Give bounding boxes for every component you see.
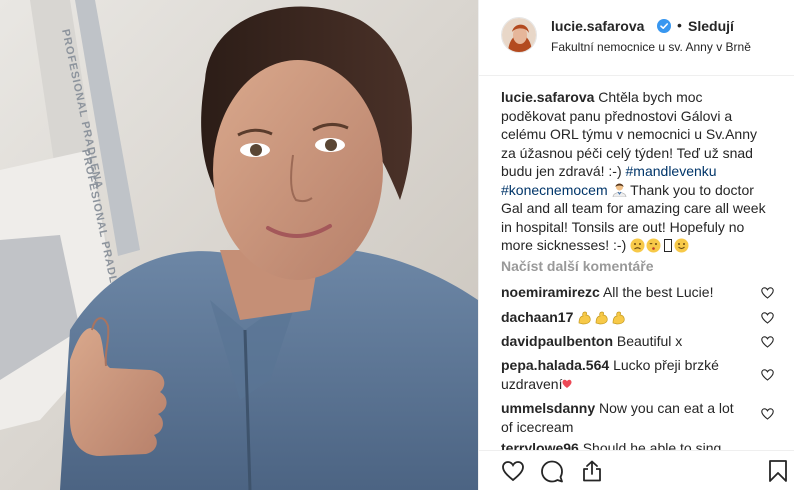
flexed-biceps-icon [578, 311, 591, 325]
comment-text: All the best Lucie! [602, 284, 714, 300]
post-location[interactable]: Fakultní nemocnice u sv. Anny v Brně [551, 40, 751, 54]
comment-emoji-flex [577, 309, 628, 325]
verified-badge-icon [657, 19, 671, 33]
comments-scroll-area[interactable]: lucie.safarova Chtěla bych moc poděkovat… [479, 77, 794, 450]
heart-icon[interactable] [761, 369, 774, 381]
post-header: lucie.safarova • Sledují Fakultní nemocn… [479, 0, 794, 76]
avatar[interactable] [501, 17, 537, 53]
flexed-biceps-icon [612, 311, 625, 325]
hashtag-link[interactable]: #mandlevenku [626, 163, 717, 179]
selfie-illustration: PROFESIONAL PRADLENA PROFESIONAL PRADLEN… [0, 0, 478, 490]
red-heart-icon [562, 379, 572, 388]
comment-username[interactable]: davidpaulbenton [501, 333, 613, 349]
woman-health-worker-icon [612, 183, 626, 197]
comment-username[interactable]: pepa.halada.564 [501, 357, 609, 373]
comment-item: terrylowe96 Should he able to sing [501, 439, 741, 450]
heart-icon[interactable] [761, 312, 774, 324]
comment-username[interactable]: terrylowe96 [501, 440, 579, 450]
heart-icon[interactable] [761, 336, 774, 348]
hashtag-link[interactable]: #konecnemocem [501, 182, 608, 198]
post-sidebar: lucie.safarova • Sledují Fakultní nemocn… [478, 0, 794, 490]
flexed-biceps-icon [595, 311, 608, 325]
post-action-bar [479, 450, 794, 490]
comment-username[interactable]: dachaan17 [501, 309, 573, 325]
heart-icon[interactable] [761, 287, 774, 299]
load-more-comments-button[interactable]: Načíst další komentáře [501, 258, 654, 274]
separator-dot: • [677, 17, 682, 33]
comment-username[interactable]: noemiramirezc [501, 284, 600, 300]
caption-username[interactable]: lucie.safarova [501, 89, 594, 105]
comment-item: ummelsdanny Now you can eat a lot of ice… [501, 399, 741, 436]
follow-button[interactable]: Sledují [688, 18, 734, 34]
comment-item: noemiramirezc All the best Lucie! [501, 283, 757, 302]
unsupported-emoji-glyph [664, 239, 673, 252]
comment-icon[interactable] [540, 459, 564, 483]
comment-item: davidpaulbenton Beautiful x [501, 332, 757, 351]
comment-username[interactable]: ummelsdanny [501, 400, 595, 416]
comment-text: Beautiful x [616, 333, 683, 349]
heart-icon[interactable] [761, 408, 774, 420]
smiling-face-icon [674, 238, 689, 253]
disappointed-face-icon [630, 238, 645, 253]
share-icon[interactable] [580, 459, 604, 483]
bookmark-icon[interactable] [766, 459, 790, 483]
kissing-face-icon [646, 238, 661, 253]
comment-text: Should he able to sing [582, 440, 722, 450]
post-photo[interactable]: PROFESIONAL PRADLENA PROFESIONAL PRADLEN… [0, 0, 478, 490]
post-caption: lucie.safarova Chtěla bych moc poděkovat… [501, 88, 771, 255]
post-author-username[interactable]: lucie.safarova [551, 18, 644, 34]
comment-item: dachaan17 [501, 308, 757, 327]
comment-item: pepa.halada.564 Lucko přeji brzké uzdrav… [501, 356, 741, 393]
heart-icon[interactable] [501, 459, 525, 483]
face [213, 60, 383, 280]
